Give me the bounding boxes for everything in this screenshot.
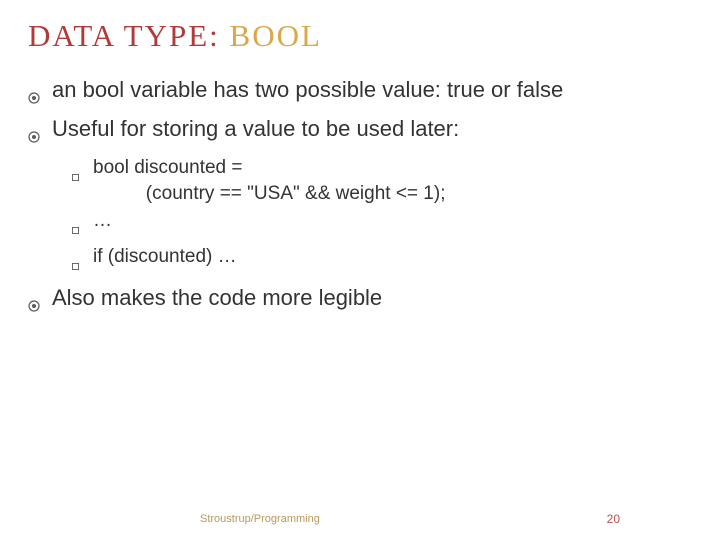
bullet-item: Also makes the code more legible <box>28 284 692 319</box>
sub-bullet-text: bool discounted = (country == "USA" && w… <box>93 155 692 206</box>
sub-bullet-item: bool discounted = (country == "USA" && w… <box>72 155 692 206</box>
square-bullet-icon <box>72 163 87 189</box>
bullet-item: Useful for storing a value to be used la… <box>28 115 692 150</box>
square-bullet-icon <box>72 252 87 278</box>
title-red-part: DATA TYPE: <box>28 18 220 53</box>
footer-page-number: 20 <box>607 512 620 526</box>
bullet-item: an bool variable has two possible value:… <box>28 76 692 111</box>
sub-bullet-item: … <box>72 208 692 242</box>
circle-dot-bullet-icon <box>28 122 46 150</box>
title-sep <box>220 18 230 53</box>
circle-dot-bullet-icon <box>28 291 46 319</box>
sub-bullet-list: bool discounted = (country == "USA" && w… <box>72 155 692 278</box>
sub-bullet-item: if (discounted) … <box>72 244 692 278</box>
slide-footer: Stroustrup/Programming 20 <box>0 512 720 526</box>
bullet-text: an bool variable has two possible value:… <box>52 76 692 104</box>
bullet-text: Also makes the code more legible <box>52 284 692 312</box>
slide-body: DATA TYPE: BOOL an bool variable has two… <box>0 0 720 318</box>
bullet-text: Useful for storing a value to be used la… <box>52 115 692 143</box>
footer-attribution: Stroustrup/Programming <box>200 513 320 525</box>
circle-dot-bullet-icon <box>28 83 46 111</box>
content-area: an bool variable has two possible value:… <box>28 76 692 318</box>
sub-bullet-text: if (discounted) … <box>93 244 692 270</box>
square-bullet-icon <box>72 216 87 242</box>
title-yellow-part: BOOL <box>230 18 322 53</box>
sub-bullet-text: … <box>93 208 692 234</box>
slide-title: DATA TYPE: BOOL <box>28 18 692 54</box>
